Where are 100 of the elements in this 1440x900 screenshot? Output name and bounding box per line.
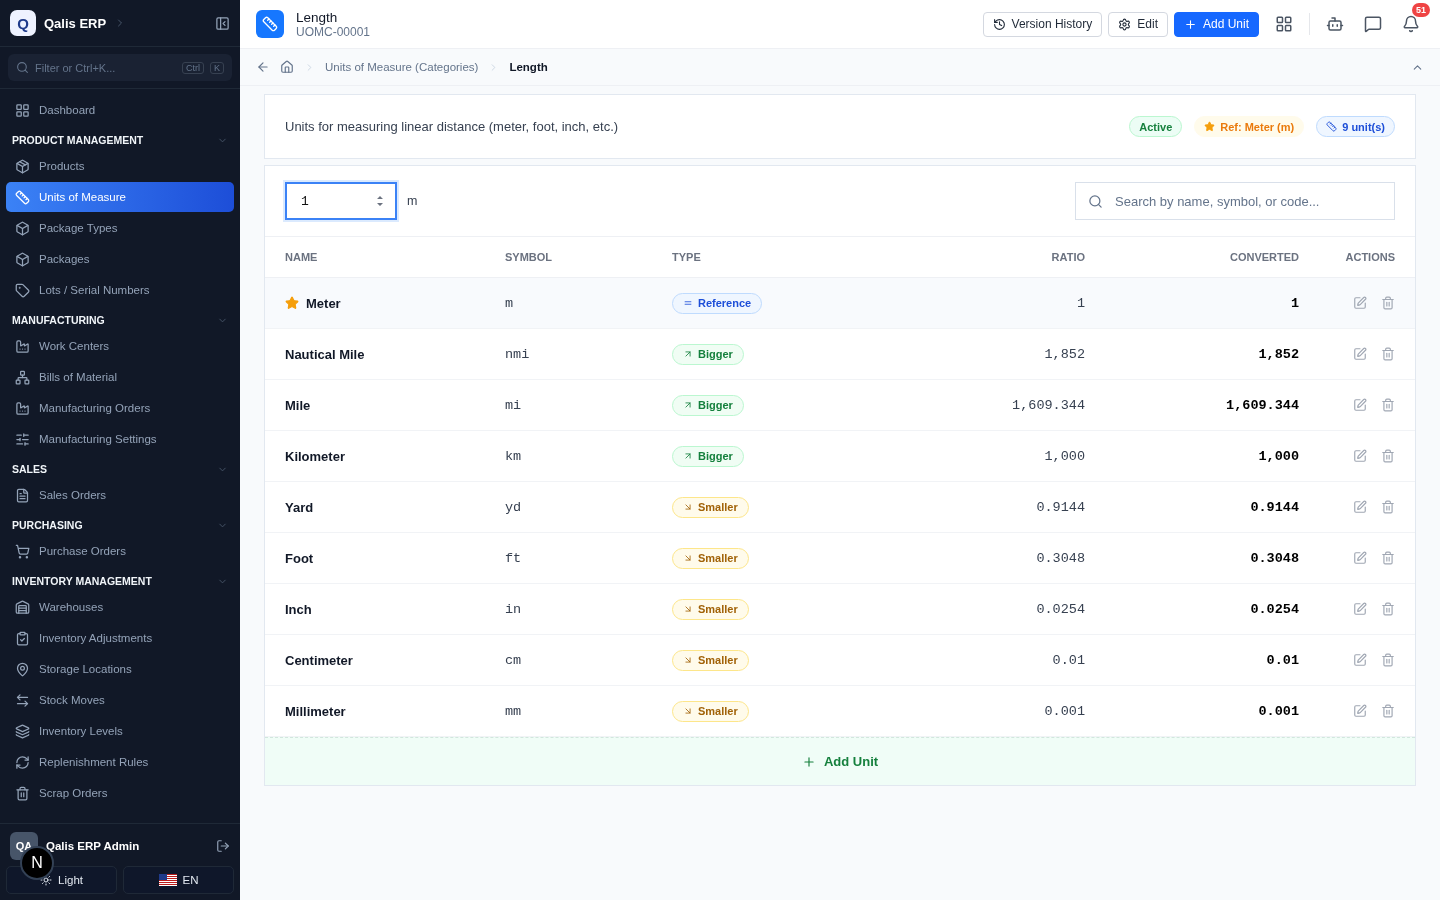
logout-icon[interactable] [216, 839, 230, 853]
section-title: SALES [12, 463, 47, 475]
package-icon [15, 158, 30, 174]
delete-icon[interactable] [1381, 602, 1395, 616]
unit-symbol: m [505, 295, 515, 311]
back-icon[interactable] [256, 60, 270, 74]
edit-icon[interactable] [1353, 398, 1367, 412]
nav-item[interactable]: Units of Measure [6, 182, 234, 212]
breadcrumb-link[interactable]: Units of Measure (Categories) [325, 61, 479, 73]
sun-icon [40, 874, 53, 886]
nav-item[interactable]: Manufacturing Settings [6, 424, 234, 454]
nav-item[interactable]: Stock Moves [6, 685, 234, 715]
history-icon [992, 17, 1006, 31]
ratio-value: 1 [1075, 295, 1085, 311]
box-icon [15, 220, 30, 236]
header-button[interactable]: Edit [1108, 11, 1168, 37]
type-badge: Smaller [672, 598, 749, 620]
map-pin-icon [15, 661, 30, 677]
unit-label: m [407, 194, 419, 208]
unit-symbol: nmi [505, 346, 531, 362]
nav-item[interactable]: Package Types [6, 213, 234, 243]
converted-value: 1,852 [1257, 346, 1299, 362]
breadcrumb-current: Length [509, 61, 548, 73]
nav-item[interactable]: Storage Locations [6, 654, 234, 684]
ratio-value: 0.0254 [1035, 601, 1085, 617]
app-logo: Q [10, 10, 36, 36]
nav-item[interactable]: Sales Orders [6, 480, 234, 510]
nav-item[interactable]: Products [6, 151, 234, 181]
header-button[interactable]: Version History [982, 11, 1103, 37]
delete-icon[interactable] [1381, 347, 1395, 361]
unit-symbol: km [505, 448, 523, 464]
arrow-down-right-icon [683, 553, 693, 563]
nav-item[interactable]: Inventory Levels [6, 716, 234, 746]
unit-symbol: mi [505, 397, 523, 413]
edit-icon[interactable] [1353, 551, 1367, 565]
plus-icon [1183, 17, 1197, 31]
nav-item[interactable]: Replenishment Rules [6, 747, 234, 777]
arrow-down-right-icon [683, 604, 693, 614]
unit-name: Kilometer [285, 448, 346, 464]
converted-value: 1 [1289, 295, 1299, 311]
ruler-icon [1326, 121, 1338, 132]
search-icon [1088, 193, 1103, 209]
delete-icon[interactable] [1381, 653, 1395, 667]
delete-icon[interactable] [1381, 449, 1395, 463]
edit-icon[interactable] [1353, 296, 1367, 310]
shortcut-key: K [210, 61, 224, 74]
section-title: INVENTORY MANAGEMENT [12, 575, 152, 587]
nav-item[interactable]: Bills of Material [6, 362, 234, 392]
filter-placeholder: Filter or Ctrl+K... [35, 61, 117, 74]
type-badge: Smaller [672, 700, 749, 722]
nav-item[interactable]: Warehouses [6, 592, 234, 622]
unit-name: Millimeter [285, 703, 347, 719]
ruler-icon [15, 189, 30, 205]
nav-item[interactable]: Dashboard [6, 95, 234, 125]
ratio-value: 0.3048 [1035, 550, 1085, 566]
type-badge: Reference [672, 292, 763, 314]
converted-value: 1,000 [1257, 448, 1299, 464]
edit-icon[interactable] [1353, 653, 1367, 667]
unit-symbol: yd [505, 499, 523, 515]
edit-icon[interactable] [1353, 449, 1367, 463]
edit-icon[interactable] [1353, 704, 1367, 718]
column-header: NAME [285, 251, 319, 263]
star-icon [285, 296, 299, 310]
edit-icon[interactable] [1353, 347, 1367, 361]
layers-icon [15, 723, 30, 739]
delete-icon[interactable] [1381, 500, 1395, 514]
add-unit-button[interactable]: Add Unit [265, 737, 1415, 785]
app-name: Qalis ERP [44, 15, 107, 31]
info-badge: 9 unit(s) [1316, 116, 1395, 137]
delete-icon[interactable] [1381, 296, 1395, 310]
nav-item[interactable]: Purchase Orders [6, 536, 234, 566]
nav-item[interactable]: Lots / Serial Numbers [6, 275, 234, 305]
header-button[interactable]: Add Unit [1173, 11, 1259, 37]
document-icon [15, 487, 30, 503]
nav-item[interactable]: Packages [6, 244, 234, 274]
nav-item[interactable]: Work Centers [6, 331, 234, 361]
type-badge: Bigger [672, 394, 744, 416]
info-badge: Active [1129, 116, 1183, 137]
delete-icon[interactable] [1381, 398, 1395, 412]
delete-icon[interactable] [1381, 704, 1395, 718]
nav-item[interactable]: Inventory Adjustments [6, 623, 234, 653]
language-button[interactable]: EN [123, 866, 234, 894]
arrows-icon [15, 692, 30, 708]
column-header: ACTIONS [1344, 251, 1395, 263]
nav-item[interactable]: Manufacturing Orders [6, 393, 234, 423]
equals-icon [683, 298, 693, 308]
home-icon[interactable] [280, 60, 294, 74]
spinner-icon[interactable] [375, 193, 385, 209]
unit-name: Inch [285, 601, 313, 617]
plus-icon [801, 754, 816, 769]
collapse-sidebar-icon[interactable] [215, 15, 230, 31]
search-field[interactable]: Search by name, symbol, or code... [1075, 182, 1395, 220]
delete-icon[interactable] [1381, 551, 1395, 565]
page-code: UOMC-00001 [296, 24, 372, 39]
edit-icon[interactable] [1353, 602, 1367, 616]
nav-item[interactable]: Scrap Orders [6, 778, 234, 808]
type-badge: Smaller [672, 547, 749, 569]
converted-value: 0.001 [1257, 703, 1299, 719]
edit-icon[interactable] [1353, 500, 1367, 514]
quantity-field[interactable]: 1 [285, 182, 397, 220]
